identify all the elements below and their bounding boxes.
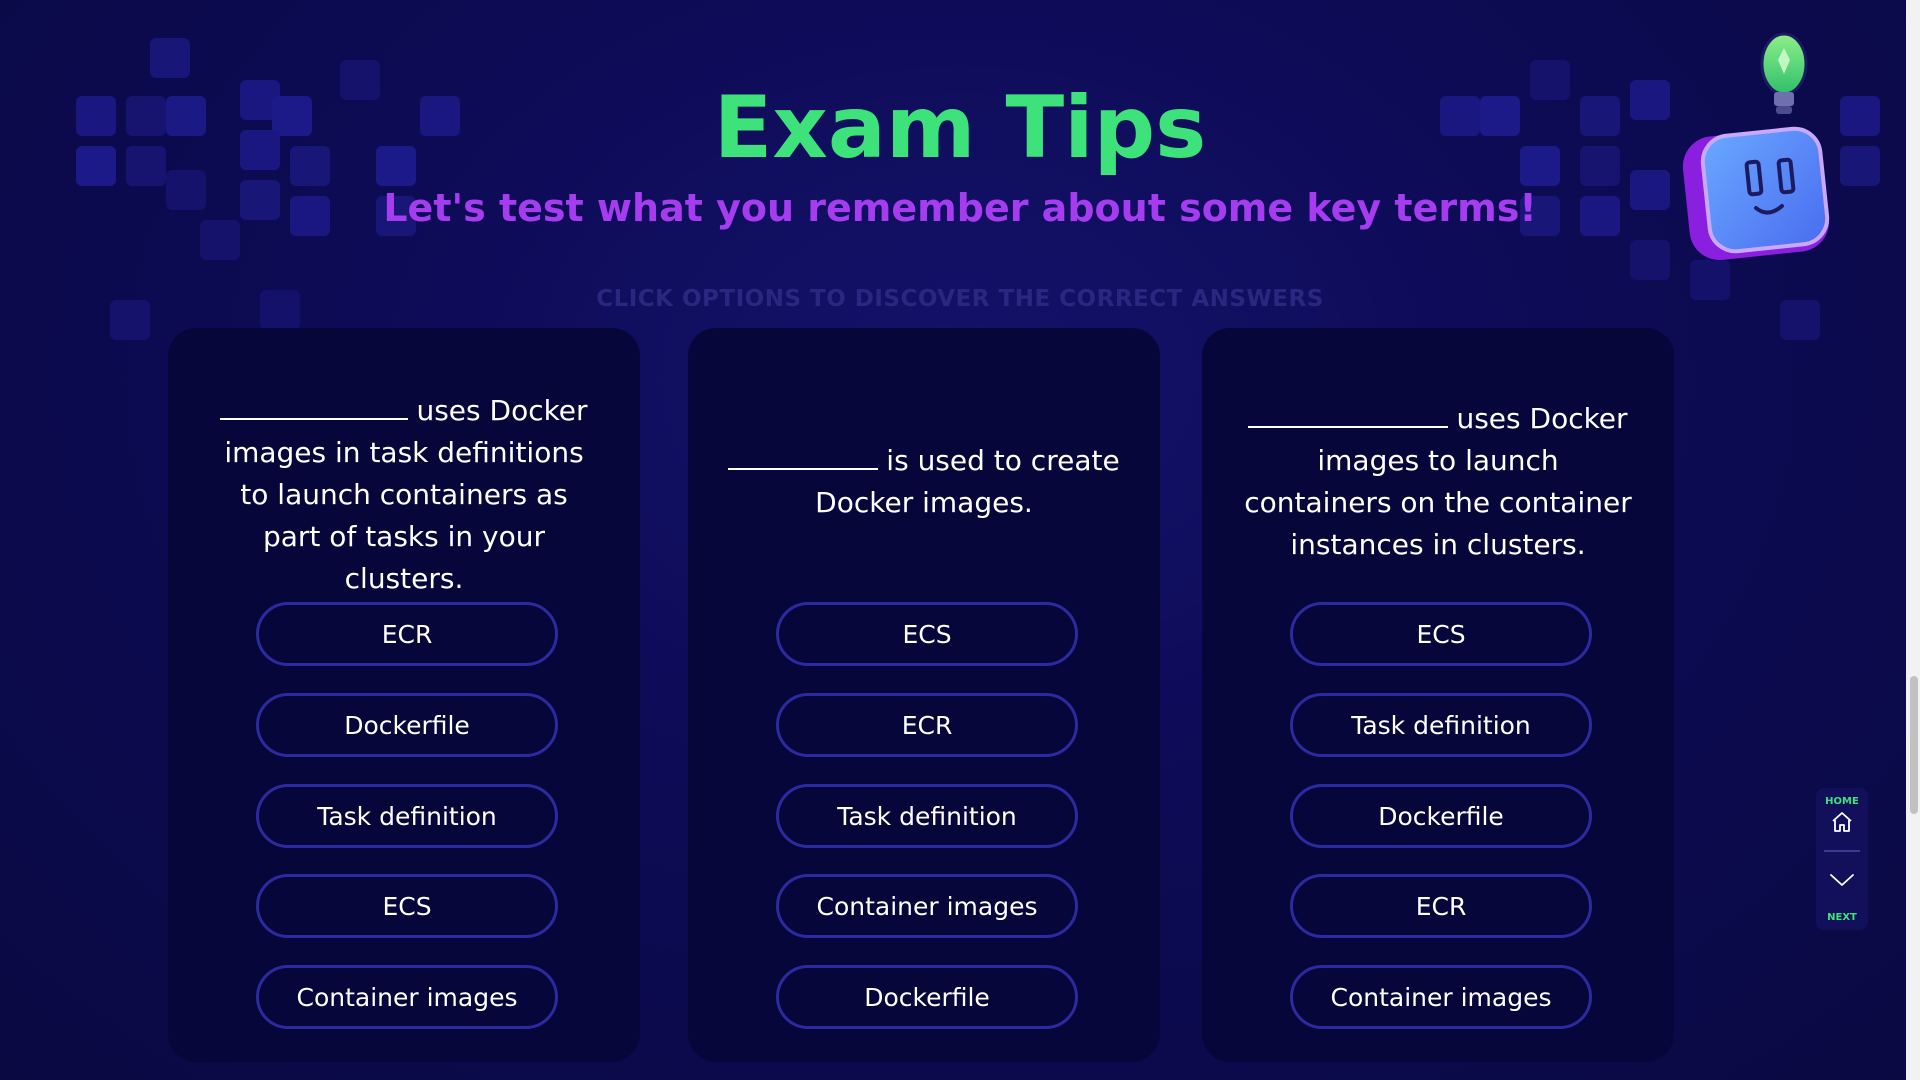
option-button[interactable]: Container images (1290, 965, 1592, 1029)
question-1-text: uses Docker images in task definitions t… (224, 394, 588, 595)
option-button[interactable]: Dockerfile (1290, 784, 1592, 848)
page-title: Exam Tips (713, 78, 1207, 178)
option-button[interactable]: Container images (256, 965, 558, 1029)
chevron-down-icon[interactable] (1828, 870, 1856, 890)
option-button[interactable]: ECR (1290, 874, 1592, 938)
option-button[interactable]: Container images (776, 874, 1078, 938)
home-icon[interactable] (1830, 810, 1854, 834)
nav-divider (1824, 850, 1860, 852)
side-navigation: HOME NEXT (1816, 788, 1868, 930)
option-button[interactable]: ECR (256, 602, 558, 666)
robot-lightbulb-icon (1682, 32, 1830, 261)
scrollbar-thumb[interactable] (1910, 676, 1918, 814)
option-button[interactable]: Task definition (1290, 693, 1592, 757)
home-label: HOME (1825, 796, 1859, 807)
answer-blank (728, 438, 879, 470)
question-text-1: uses Docker images in task definitions t… (208, 388, 600, 600)
option-button[interactable]: ECR (776, 693, 1078, 757)
page-subtitle: Let's test what you remember about some … (383, 186, 1537, 230)
option-button[interactable]: Task definition (776, 784, 1078, 848)
option-button[interactable]: Task definition (256, 784, 558, 848)
option-button[interactable]: ECS (776, 602, 1078, 666)
exam-tips-page: Exam Tips Let's test what you remember a… (0, 0, 1920, 1080)
option-button[interactable]: Dockerfile (256, 693, 558, 757)
next-label: NEXT (1827, 912, 1857, 923)
question-card-2: is used to create Docker images. ECS ECR… (688, 328, 1160, 1062)
answer-blank (220, 388, 409, 420)
question-text-2: is used to create Docker images. (728, 438, 1120, 524)
option-button[interactable]: ECS (256, 874, 558, 938)
scrollbar-track[interactable] (1906, 0, 1920, 1080)
question-card-1: uses Docker images in task definitions t… (168, 328, 640, 1062)
instructions-text: CLICK OPTIONS TO DISCOVER THE CORRECT AN… (596, 286, 1324, 312)
answer-blank (1248, 396, 1449, 428)
question-card-3: uses Docker images to launch containers … (1202, 328, 1674, 1062)
option-button[interactable]: Dockerfile (776, 965, 1078, 1029)
question-text-3: uses Docker images to launch containers … (1242, 396, 1634, 566)
option-button[interactable]: ECS (1290, 602, 1592, 666)
